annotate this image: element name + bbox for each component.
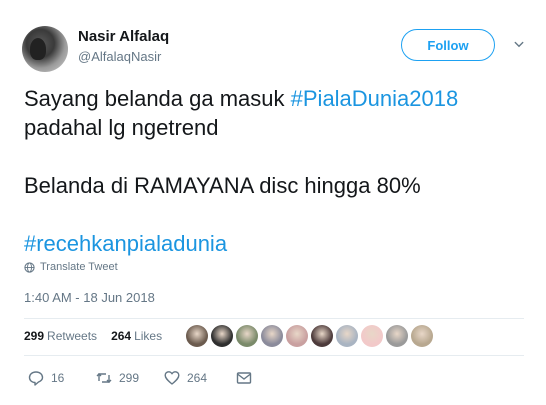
retweet-icon — [96, 373, 112, 383]
retweets-count: 299 — [24, 329, 45, 343]
like-count: 264 — [187, 371, 208, 385]
tweet-actions: 16 299 264 — [28, 370, 252, 386]
tweet-line-2: padahal lg ngetrend — [24, 115, 219, 140]
direct-message-button[interactable] — [236, 370, 252, 386]
liker-avatar[interactable] — [386, 325, 408, 347]
liker-avatar[interactable] — [311, 325, 333, 347]
heart-icon — [164, 371, 180, 385]
tweet-line-3: Belanda di RAMAYANA disc hingga 80% — [24, 173, 421, 198]
liker-avatar[interactable] — [411, 325, 433, 347]
like-button[interactable]: 264 — [164, 370, 236, 386]
liker-avatar[interactable] — [361, 325, 383, 347]
likes-count: 264 — [111, 329, 132, 343]
tweet-stats: 299 Retweets 264 Likes — [24, 329, 176, 343]
liker-avatar[interactable] — [186, 325, 208, 347]
retweets-stat[interactable]: 299 Retweets — [24, 329, 97, 343]
likes-label: Likes — [134, 329, 163, 343]
retweet-count: 299 — [119, 371, 140, 385]
liker-avatar[interactable] — [286, 325, 308, 347]
reply-count: 16 — [51, 371, 65, 385]
translate-label: Translate Tweet — [40, 261, 118, 273]
tweet-line-1-text: Sayang belanda ga masuk — [24, 86, 291, 111]
retweets-label: Retweets — [47, 329, 98, 343]
hashtag-link[interactable]: #recehkanpialadunia — [24, 229, 524, 258]
liker-avatar[interactable] — [261, 325, 283, 347]
chevron-down-icon[interactable] — [511, 36, 527, 52]
likes-stat[interactable]: 264 Likes — [111, 329, 162, 343]
liker-avatar[interactable] — [336, 325, 358, 347]
hashtag-link[interactable]: #PialaDunia2018 — [291, 86, 459, 111]
liker-avatar[interactable] — [211, 325, 233, 347]
user-handle[interactable]: @AlfalaqNasir — [78, 49, 161, 64]
translate-tweet-link[interactable]: Translate Tweet — [24, 261, 118, 273]
reply-icon — [28, 371, 44, 386]
retweet-button[interactable]: 299 — [96, 370, 164, 386]
reply-button[interactable]: 16 — [28, 370, 96, 386]
tweet-text: Sayang belanda ga masuk #PialaDunia2018 … — [24, 84, 524, 258]
envelope-icon — [236, 372, 252, 384]
follow-button[interactable]: Follow — [401, 29, 495, 61]
globe-icon — [24, 261, 35, 273]
avatar[interactable] — [22, 26, 68, 72]
divider — [24, 355, 524, 356]
liker-avatar[interactable] — [236, 325, 258, 347]
tweet-timestamp[interactable]: 1:40 AM - 18 Jun 2018 — [24, 290, 155, 305]
display-name[interactable]: Nasir Alfalaq — [78, 28, 169, 45]
liker-avatars — [186, 325, 433, 347]
tweet-line-1: Sayang belanda ga masuk #PialaDunia2018 — [24, 84, 524, 113]
divider — [24, 318, 524, 319]
